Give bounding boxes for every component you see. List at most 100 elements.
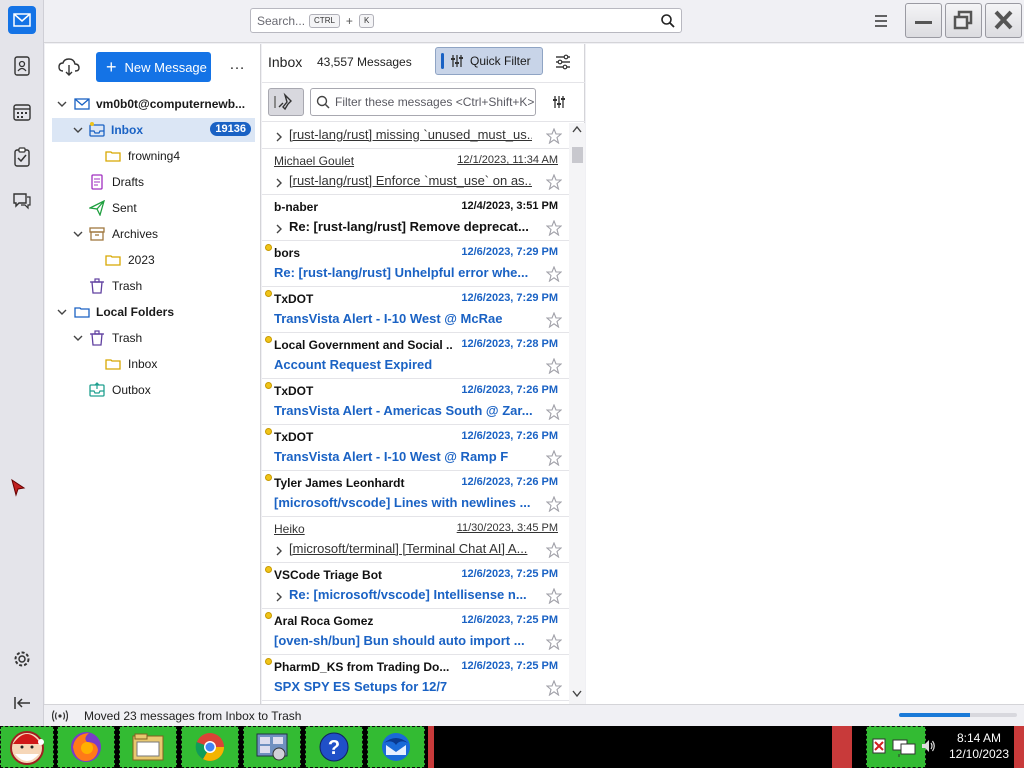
chevron-right-icon[interactable] <box>274 131 284 143</box>
santa-start-icon <box>10 731 44 765</box>
message-subject: TransVista Alert - I-10 West @ Ramp F <box>274 449 509 464</box>
minimize-button[interactable] <box>905 3 942 38</box>
chevron-right-icon[interactable] <box>274 545 284 557</box>
unread-dot-icon <box>265 658 272 665</box>
folder-2023[interactable]: 2023 <box>45 248 261 272</box>
folder-sent[interactable]: Sent <box>45 196 261 220</box>
star-icon[interactable] <box>546 358 562 374</box>
app-menu-icon[interactable] <box>872 12 890 30</box>
drafts-icon <box>91 174 103 190</box>
message-row[interactable]: PharmD_KS from Trading Do... 12/6/2023, 7… <box>262 655 569 701</box>
mail-icon[interactable] <box>8 6 36 34</box>
taskbar-file-manager[interactable] <box>119 726 177 768</box>
taskbar-thunderbird[interactable] <box>367 726 425 768</box>
start-button[interactable] <box>0 726 54 768</box>
message-row[interactable]: [rust-lang/rust] missing `unused_must_us… <box>262 123 569 149</box>
message-row[interactable]: b-naber 12/4/2023, 3:51 PM Re: [rust-lang/… <box>262 195 569 241</box>
taskbar-control-panel[interactable] <box>243 726 301 768</box>
star-icon[interactable] <box>546 542 562 558</box>
filter-options-icon[interactable] <box>552 95 566 109</box>
folder-inbox[interactable]: Inbox 19136 <box>52 118 255 142</box>
calendar-icon[interactable] <box>8 98 36 126</box>
chevron-right-icon[interactable] <box>274 223 284 235</box>
folder-trash[interactable]: Trash <box>45 274 261 298</box>
message-row[interactable]: Aral Roca Gomez 12/6/2023, 7:25 PM [oven-s… <box>262 609 569 655</box>
folder-local-trash[interactable]: Trash <box>45 326 261 350</box>
folder-archives[interactable]: Archives <box>45 222 261 246</box>
message-sender: Tyler James Leonhardt <box>274 476 405 490</box>
message-list-scrollbar[interactable] <box>569 123 585 704</box>
local-folders-icon <box>74 307 90 318</box>
quick-filter-button[interactable]: Quick Filter <box>435 47 543 75</box>
folder-drafts[interactable]: Drafts <box>45 170 261 194</box>
star-icon[interactable] <box>546 220 562 236</box>
plus-icon: + <box>106 57 117 77</box>
star-icon[interactable] <box>546 128 562 144</box>
folder-outbox[interactable]: Outbox <box>45 378 261 402</box>
star-icon[interactable] <box>546 266 562 282</box>
unread-dot-icon <box>265 290 272 297</box>
system-tray[interactable] <box>866 726 926 768</box>
message-date: 12/6/2023, 7:26 PM <box>461 476 558 488</box>
sticky-filter-button[interactable] <box>268 88 304 116</box>
quick-filter-bar: Filter these messages <Ctrl+Shift+K> <box>262 82 585 122</box>
star-icon[interactable] <box>546 404 562 420</box>
chevron-down-icon[interactable] <box>72 228 84 240</box>
folder-local-inbox[interactable]: Inbox <box>45 352 261 376</box>
message-sender: TxDOT <box>274 384 314 398</box>
show-desktop-button[interactable] <box>1014 726 1024 768</box>
star-icon[interactable] <box>546 450 562 466</box>
star-icon[interactable] <box>546 312 562 328</box>
volume-icon[interactable] <box>920 738 936 754</box>
message-subject: [rust-lang/rust] Enforce `must_use` on a… <box>289 173 532 188</box>
chrome-icon <box>195 733 224 761</box>
chevron-right-icon[interactable] <box>274 591 284 603</box>
scroll-up-icon[interactable] <box>572 125 582 133</box>
scroll-thumb[interactable] <box>572 147 583 163</box>
folder-pane-more-button[interactable]: … <box>229 56 245 76</box>
scroll-down-icon[interactable] <box>572 690 582 698</box>
folder-local-folders[interactable]: Local Folders <box>45 300 261 324</box>
star-icon[interactable] <box>546 174 562 190</box>
chevron-right-icon[interactable] <box>274 177 284 189</box>
star-icon[interactable] <box>546 496 562 512</box>
close-button[interactable] <box>985 3 1022 38</box>
star-icon[interactable] <box>546 680 562 696</box>
search-icon[interactable] <box>660 13 676 29</box>
new-message-button[interactable]: + New Message <box>96 52 211 82</box>
chevron-down-icon[interactable] <box>56 306 68 318</box>
global-search-input[interactable]: Search... CTRL + K <box>250 8 682 33</box>
address-book-icon[interactable] <box>8 52 36 80</box>
message-row[interactable]: bors 12/6/2023, 7:29 PM Re: [rust-lang/rus… <box>262 241 569 287</box>
message-row[interactable]: VSCode Triage Bot 12/6/2023, 7:25 PM Re: [… <box>262 563 569 609</box>
star-icon[interactable] <box>546 588 562 604</box>
tasks-icon[interactable] <box>8 143 36 171</box>
message-sender: VSCode Triage Bot <box>274 568 383 582</box>
settings-icon[interactable] <box>8 645 36 673</box>
collapse-icon[interactable] <box>8 689 36 717</box>
star-icon[interactable] <box>546 634 562 650</box>
message-row[interactable]: Heiko 11/30/2023, 3:45 PM [microsoft/termi… <box>262 517 569 563</box>
message-row[interactable]: Tyler James Leonhardt 12/6/2023, 7:26 PM [… <box>262 471 569 517</box>
folder-frowning4[interactable]: frowning4 <box>45 144 261 168</box>
online-status-icon[interactable] <box>52 709 68 723</box>
taskbar-help[interactable]: ? <box>305 726 363 768</box>
message-row[interactable]: Local Government and Social ... 12/6/2023… <box>262 333 569 379</box>
filter-messages-input[interactable]: Filter these messages <Ctrl+Shift+K> <box>310 88 536 116</box>
search-icon <box>316 95 330 109</box>
restore-button[interactable] <box>945 3 982 38</box>
taskbar-clock[interactable]: 8:14 AM 12/10/2023 <box>944 730 1014 762</box>
folder-account[interactable]: vm0b0t@computernewb... <box>45 92 261 116</box>
chat-icon[interactable] <box>8 187 36 215</box>
message-row[interactable]: TxDOT 12/6/2023, 7:29 PM TransVista Alert … <box>262 287 569 333</box>
message-row[interactable]: Michael Goulet 12/1/2023, 11:34 AM [rust-l… <box>262 149 569 195</box>
chevron-down-icon[interactable] <box>72 124 84 136</box>
get-messages-icon[interactable] <box>57 56 81 78</box>
message-row[interactable]: TxDOT 12/6/2023, 7:26 PM TransVista Alert … <box>262 379 569 425</box>
chevron-down-icon[interactable] <box>72 332 84 344</box>
display-options-icon[interactable] <box>554 53 572 71</box>
taskbar-chrome[interactable] <box>181 726 239 768</box>
taskbar-firefox[interactable] <box>57 726 115 768</box>
chevron-down-icon[interactable] <box>56 98 68 110</box>
message-row[interactable]: TxDOT 12/6/2023, 7:26 PM TransVista Alert … <box>262 425 569 471</box>
